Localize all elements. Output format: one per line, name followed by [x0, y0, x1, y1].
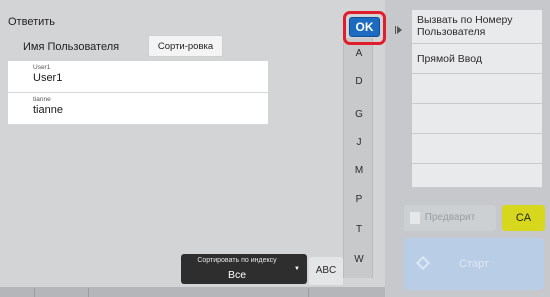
strip-divider: [308, 288, 309, 297]
index-letter-t[interactable]: T: [344, 224, 374, 235]
index-letter-d[interactable]: D: [344, 76, 374, 87]
user-name: User1: [33, 72, 63, 84]
abc-button[interactable]: ABC: [309, 257, 343, 285]
ok-button[interactable]: OK: [349, 17, 380, 37]
index-letter-g[interactable]: G: [344, 109, 374, 120]
user-name-header: Имя Пользователя: [23, 41, 120, 53]
dropdown-arrow-icon: ▼: [294, 266, 300, 272]
user-list: User1 User1 tianne tianne: [8, 61, 268, 125]
user-small-label: User1: [33, 64, 51, 71]
sort-by-index-select[interactable]: Сортировать по индексу Все ▼: [181, 254, 307, 284]
user-row[interactable]: User1 User1: [8, 61, 268, 93]
preview-icon: [410, 212, 420, 224]
index-letter-a[interactable]: A: [344, 48, 374, 59]
dialog-title: Ответить: [8, 16, 56, 28]
user-row[interactable]: tianne tianne: [8, 93, 268, 125]
index-column: A D G J M P T W: [343, 38, 373, 278]
strip-divider: [88, 288, 89, 297]
direct-input-item: Прямой Ввод: [412, 44, 542, 74]
sort-button[interactable]: Сорти-ровка: [148, 35, 223, 57]
empty-menu-item: [412, 104, 542, 134]
strip-divider: [34, 288, 35, 297]
sort-by-index-value: Все: [227, 269, 247, 281]
index-letter-p[interactable]: P: [344, 194, 374, 205]
screen: Вызвать по Номеру Пользователя Прямой Вв…: [0, 0, 550, 297]
sort-by-index-label: Сортировать по индексу: [197, 257, 277, 264]
empty-menu-item: [412, 134, 542, 164]
ca-button: CA: [502, 205, 545, 231]
index-letter-j[interactable]: J: [344, 137, 374, 148]
index-letter-m[interactable]: M: [344, 165, 374, 176]
user-small-label: tianne: [33, 96, 51, 103]
bottom-strip: [0, 287, 385, 297]
index-letter-w[interactable]: W: [344, 254, 374, 265]
empty-menu-item: [412, 164, 542, 188]
user-name: tianne: [33, 104, 63, 116]
call-by-user-number-item: Вызвать по Номеру Пользователя: [412, 10, 542, 44]
empty-menu-item: [412, 74, 542, 104]
expand-bar-icon: [395, 26, 396, 34]
play-arrow-icon: [397, 26, 402, 34]
